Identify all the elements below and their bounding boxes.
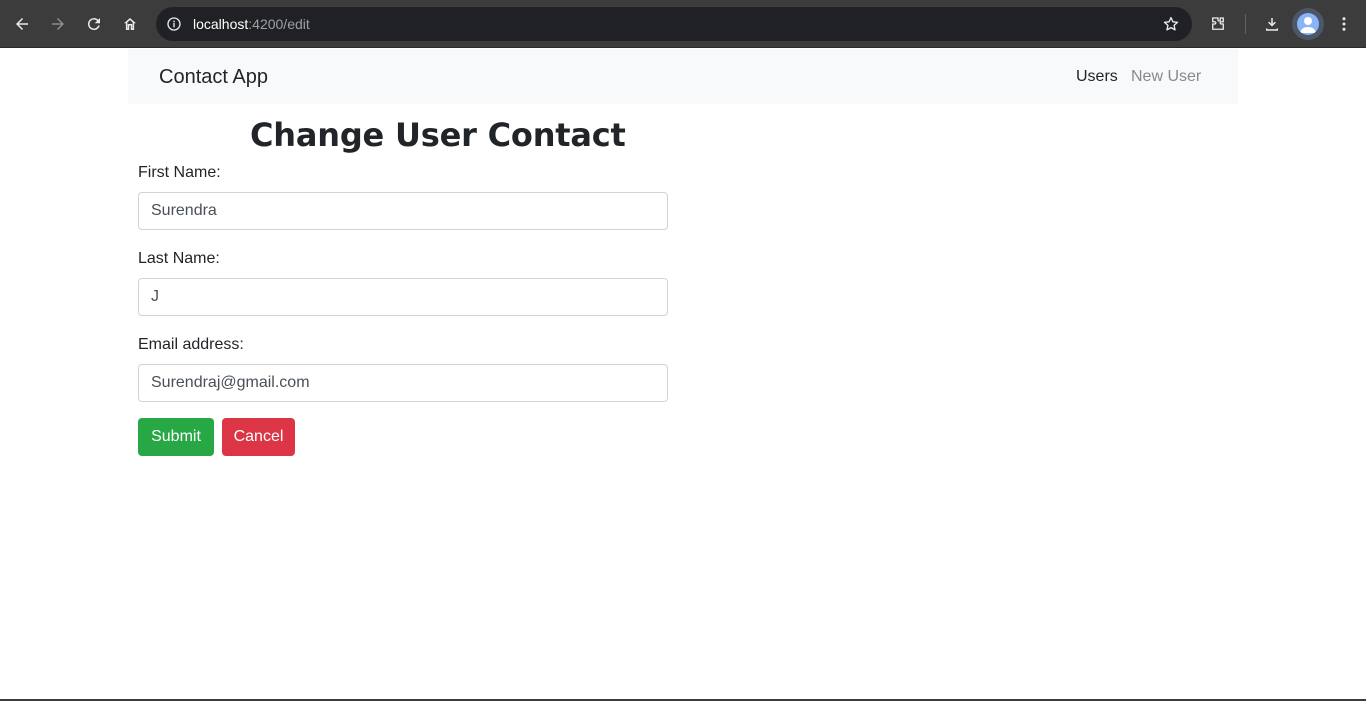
url-host: localhost [193,16,249,32]
address-bar[interactable]: localhost:4200/edit [156,7,1192,41]
first-name-label: First Name: [138,164,221,181]
home-icon[interactable] [114,8,146,40]
bookmark-star-icon[interactable] [1162,15,1180,33]
email-field[interactable]: Surendraj@gmail.com [138,364,668,402]
extensions-icon[interactable] [1202,8,1234,40]
url-path: :4200/edit [248,16,310,32]
profile-avatar-icon[interactable] [1292,8,1324,40]
download-icon[interactable] [1256,8,1288,40]
menu-kebab-icon[interactable] [1328,8,1360,40]
last-name-label: Last Name: [138,250,220,267]
app-navbar: Contact App Users New User [128,49,1238,104]
forward-icon[interactable] [42,8,74,40]
page-title: Change User Contact [250,116,626,154]
back-icon[interactable] [6,8,38,40]
reload-icon[interactable] [78,8,110,40]
first-name-field[interactable]: Surendra [138,192,668,230]
nav-link-users[interactable]: Users [1076,67,1118,87]
site-info-icon[interactable] [164,14,184,34]
last-name-field[interactable]: J [138,278,668,316]
email-label: Email address: [138,336,244,353]
navbar-brand[interactable]: Contact App [159,65,268,89]
browser-toolbar: localhost:4200/edit [0,0,1366,48]
submit-button[interactable]: Submit [138,418,214,456]
url-text: localhost:4200/edit [193,15,310,33]
cancel-button[interactable]: Cancel [222,418,295,456]
nav-link-new-user[interactable]: New User [1131,67,1201,87]
toolbar-divider [1245,14,1246,34]
